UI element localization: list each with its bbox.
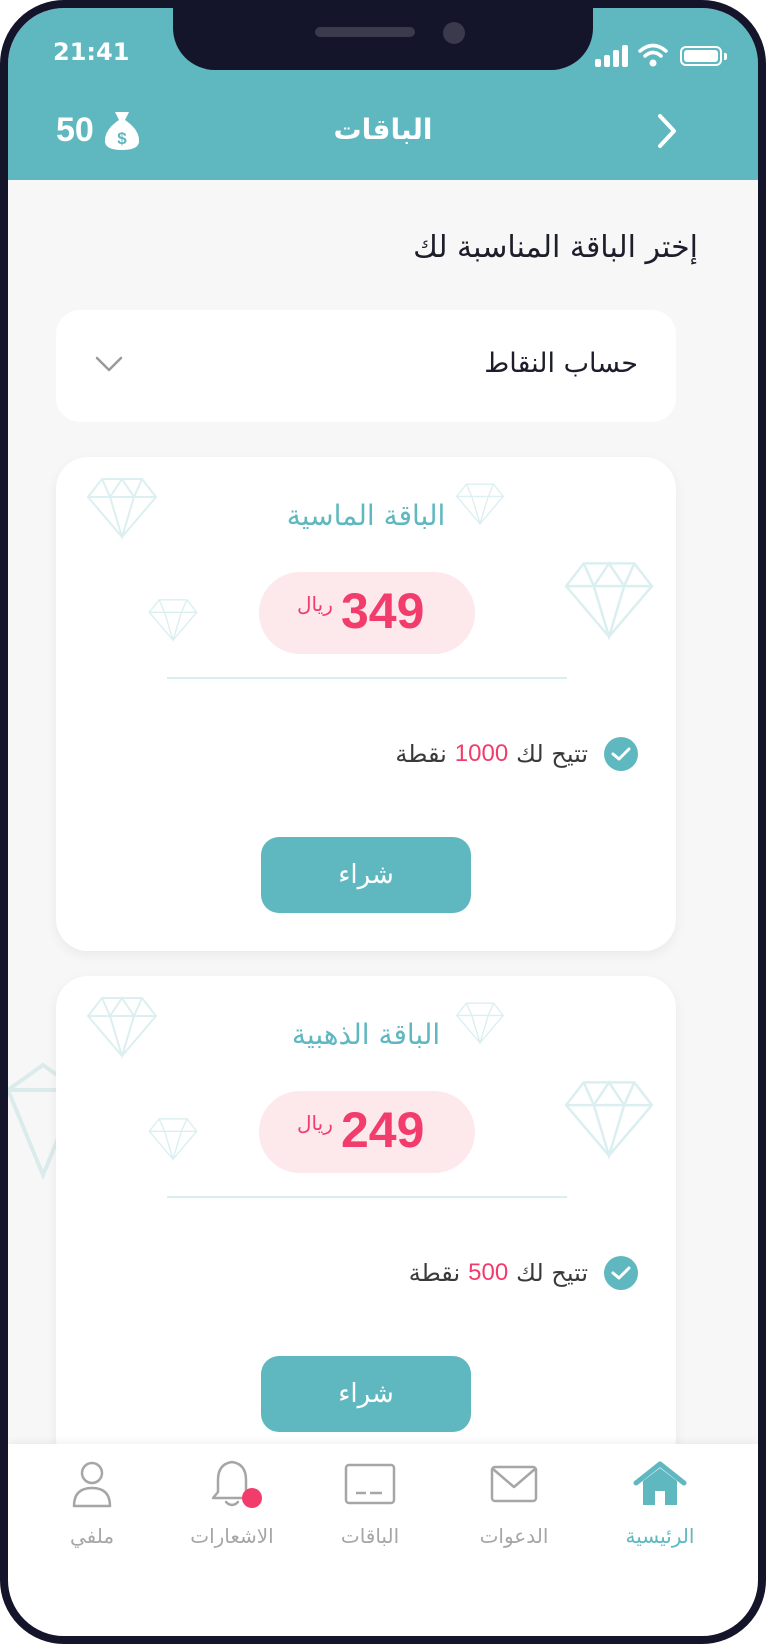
- tab-label: ملفي: [69, 1524, 115, 1548]
- battery-icon: [680, 46, 727, 66]
- price-value: 249: [341, 1102, 425, 1158]
- package-title: الباقة الماسية: [286, 499, 446, 532]
- main-content[interactable]: إختر الباقة المناسبة لك حساب النقاط البا…: [8, 180, 758, 1450]
- card-icon: [344, 1463, 396, 1505]
- feature-prefix: تتيح لك: [516, 740, 588, 768]
- points-account-dropdown[interactable]: حساب النقاط: [56, 310, 676, 422]
- device-notch: [173, 8, 593, 70]
- buy-button[interactable]: شراء: [261, 837, 471, 913]
- speaker-grille: [315, 27, 415, 37]
- check-circle-icon: [604, 1256, 638, 1290]
- tab-label: الباقات: [340, 1524, 400, 1548]
- price-badge: 349 ريال: [259, 572, 475, 654]
- package-feature: تتيح لك 500 نقطة: [409, 1256, 638, 1290]
- buy-button[interactable]: شراء: [261, 1356, 471, 1432]
- package-card-diamond: الباقة الماسية 349 ريال تتيح لك 1000 نقط…: [56, 457, 676, 951]
- dropdown-selected-value: حساب النقاط: [484, 348, 638, 379]
- price-currency: ريال: [297, 592, 333, 616]
- tab-notifications[interactable]: الاشعارات: [162, 1454, 302, 1548]
- status-time: 21:41: [53, 38, 130, 66]
- wifi-icon: [638, 43, 668, 67]
- tab-invitations[interactable]: الدعوات: [444, 1454, 584, 1548]
- home-icon: [633, 1461, 687, 1505]
- feature-text: تتيح لك 1000 نقطة: [395, 740, 588, 768]
- signal-icon: [595, 45, 629, 67]
- section-title: إختر الباقة المناسبة لك: [413, 230, 698, 265]
- check-circle-icon: [604, 737, 638, 771]
- card-divider: [167, 1196, 567, 1198]
- app-header: 21:41 50 $ الباقات: [8, 8, 758, 180]
- page-title: الباقات: [333, 113, 433, 146]
- notification-dot: [242, 1488, 262, 1508]
- feature-suffix: نقطة: [395, 740, 447, 768]
- feature-suffix: نقطة: [408, 1259, 461, 1287]
- tab-profile[interactable]: ملفي: [22, 1454, 162, 1548]
- tab-label: الاشعارات: [190, 1524, 274, 1548]
- feature-points: 500: [468, 1259, 509, 1286]
- tab-label: الرئيسية: [625, 1524, 695, 1548]
- feature-prefix: تتيح لك: [516, 1259, 588, 1287]
- back-button[interactable]: [648, 108, 684, 154]
- tab-packages[interactable]: الباقات: [300, 1454, 440, 1548]
- envelope-icon: [490, 1465, 538, 1503]
- phone-screen: 21:41 50 $ الباقات إختر الباقة المناسبة …: [0, 0, 766, 1644]
- diamond-deco-icon: [148, 1118, 198, 1162]
- tab-label: الدعوات: [479, 1524, 549, 1548]
- bottom-tab-bar: ملفي الاشعارات الباقات الدعوات الرئيسية: [8, 1444, 758, 1636]
- package-feature: تتيح لك 1000 نقطة: [395, 737, 638, 771]
- feature-text: تتيح لك 500 نقطة: [409, 1259, 588, 1287]
- price-badge: 249 ريال: [259, 1091, 475, 1173]
- diamond-deco-icon: [564, 561, 654, 642]
- feature-points: 1000: [454, 740, 509, 767]
- chevron-right-icon: [658, 114, 676, 148]
- app-screen: 21:41 50 $ الباقات إختر الباقة المناسبة …: [8, 8, 758, 1636]
- front-camera: [443, 22, 465, 44]
- card-divider: [167, 677, 567, 679]
- diamond-deco-icon: [148, 599, 198, 643]
- price-currency: ريال: [297, 1111, 333, 1135]
- diamond-deco-icon: [564, 1080, 654, 1161]
- package-card-gold: الباقة الذهبية 249 ريال تتيح لك 500 نقطة: [56, 976, 676, 1450]
- price-value: 349: [341, 583, 425, 639]
- user-icon: [72, 1461, 112, 1508]
- chevron-down-icon: [95, 356, 123, 372]
- tab-home[interactable]: الرئيسية: [590, 1454, 730, 1548]
- package-title: الباقة الذهبية: [291, 1018, 441, 1051]
